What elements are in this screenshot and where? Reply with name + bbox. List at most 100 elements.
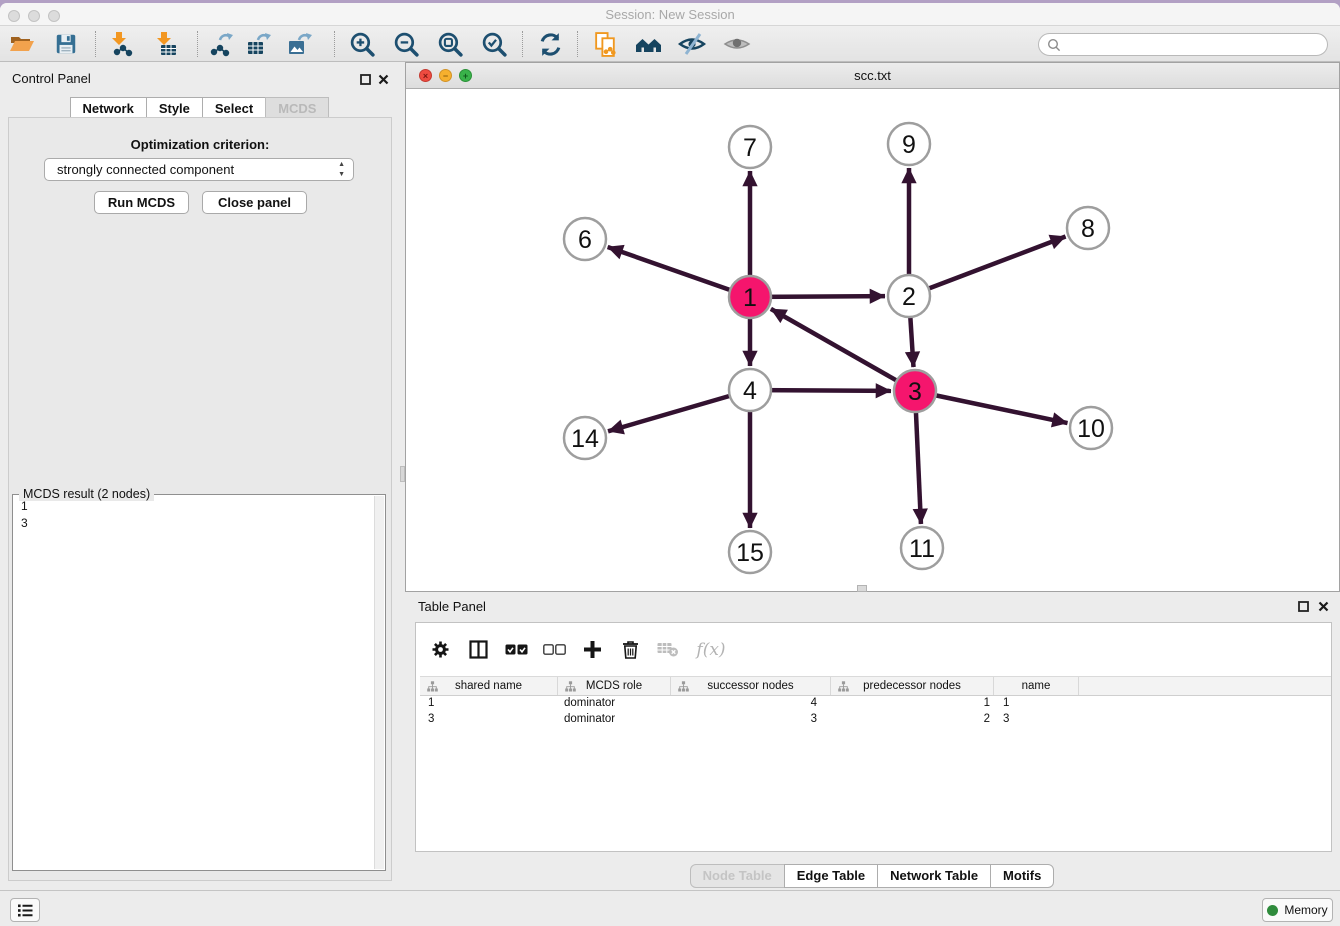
table-panel-close-icon[interactable] [1318, 601, 1330, 613]
table-settings-gear-icon[interactable] [428, 638, 452, 662]
node-6[interactable]: 6 [564, 218, 606, 260]
save-session-icon[interactable] [49, 29, 83, 59]
tab-network-table[interactable]: Network Table [877, 864, 991, 888]
tab-node-table[interactable]: Node Table [690, 864, 785, 888]
node-4[interactable]: 4 [729, 369, 771, 411]
cell[interactable]: 3 [671, 713, 831, 729]
edge-2-8[interactable] [909, 237, 1066, 296]
control-panel-close-icon[interactable] [378, 74, 390, 86]
svg-text:7: 7 [743, 134, 757, 162]
node-11[interactable]: 11 [901, 527, 943, 569]
zoom-in-icon[interactable] [345, 29, 379, 59]
svg-text:9: 9 [902, 131, 916, 159]
delete-column-icon[interactable] [618, 638, 642, 662]
close-panel-button[interactable]: Close panel [202, 191, 307, 214]
dropdown-stepper-icon: ▲▼ [338, 160, 345, 180]
cell[interactable]: dominator [558, 713, 671, 729]
table-row[interactable]: 1dominator411 [420, 697, 1331, 713]
network-graph[interactable]: 7 9 6 8 1 2 4 3 14 10 15 11 [406, 89, 1339, 591]
memory-status-icon [1267, 905, 1278, 916]
add-column-icon[interactable] [580, 638, 604, 662]
table-toolbar: f(x) [416, 623, 1331, 676]
mcds-result-scrollbar[interactable] [374, 496, 384, 869]
zoom-fit-icon[interactable] [433, 29, 467, 59]
criterion-dropdown[interactable]: strongly connected component ▲▼ [44, 158, 354, 181]
svg-text:10: 10 [1077, 415, 1105, 443]
node-14[interactable]: 14 [564, 417, 606, 459]
list-icon [17, 903, 34, 918]
column-header-predecessor-nodes[interactable]: predecessor nodes [831, 677, 994, 695]
run-mcds-button[interactable]: Run MCDS [94, 191, 189, 214]
table-panel-float-icon[interactable] [1298, 601, 1310, 613]
node-8[interactable]: 8 [1067, 207, 1109, 249]
node-10[interactable]: 10 [1070, 407, 1112, 449]
memory-button[interactable]: Memory [1262, 898, 1333, 922]
zoom-selected-icon[interactable] [477, 29, 511, 59]
cell[interactable]: 1 [420, 697, 558, 713]
mcds-result-list[interactable]: 13 [15, 498, 373, 868]
control-panel-float-icon[interactable] [360, 74, 372, 86]
import-table-icon[interactable] [149, 29, 183, 59]
svg-text:1: 1 [743, 284, 757, 312]
table-panel-title: Table Panel [418, 599, 486, 614]
cell[interactable]: 3 [994, 713, 1079, 729]
select-all-icon[interactable] [504, 638, 528, 662]
search-input[interactable] [1038, 33, 1328, 56]
import-network-icon[interactable] [104, 29, 138, 59]
criterion-value: strongly connected component [57, 162, 234, 177]
cell[interactable]: 4 [671, 697, 831, 713]
svg-text:2: 2 [902, 283, 916, 311]
cell[interactable]: 1 [994, 697, 1079, 713]
network-window-titlebar: × − + scc.txt [406, 63, 1339, 89]
function-builder-icon[interactable]: f(x) [694, 638, 728, 662]
column-header-name[interactable]: name [994, 677, 1079, 695]
export-image-icon[interactable] [282, 29, 316, 59]
result-line: 1 [21, 498, 373, 515]
application-window: Session: New Session [0, 0, 1340, 926]
hide-selected-icon[interactable] [675, 29, 709, 59]
cell[interactable]: 2 [831, 713, 994, 729]
toolbar-divider [95, 31, 96, 57]
main-titlebar: Session: New Session [0, 3, 1340, 26]
remove-table-icon[interactable] [656, 638, 680, 662]
open-session-icon[interactable] [5, 29, 39, 59]
node-2[interactable]: 2 [888, 275, 930, 317]
clone-network-icon[interactable] [588, 29, 622, 59]
show-all-icon[interactable] [720, 29, 754, 59]
cell[interactable]: 3 [420, 713, 558, 729]
network-view-window: × − + scc.txt 7 9 6 8 1 2 4 3 14 10 15 11 [405, 62, 1340, 592]
edge-1-6[interactable] [608, 247, 750, 297]
export-table-icon[interactable] [241, 29, 275, 59]
toolbar-divider [577, 31, 578, 57]
svg-text:11: 11 [909, 535, 935, 563]
table-panel-tabs: Node TableEdge TableNetwork TableMotifs [405, 864, 1340, 888]
table-header-row: shared nameMCDS rolesuccessor nodesprede… [420, 676, 1331, 696]
network-canvas[interactable]: 7 9 6 8 1 2 4 3 14 10 15 11 [406, 89, 1339, 591]
node-1[interactable]: 1 [729, 276, 771, 318]
table-row[interactable]: 3dominator323 [420, 713, 1331, 729]
node-15[interactable]: 15 [729, 531, 771, 573]
svg-text:6: 6 [578, 226, 592, 254]
network-splitter-handle[interactable] [857, 585, 867, 592]
cell[interactable]: 1 [831, 697, 994, 713]
refresh-view-icon[interactable] [533, 29, 567, 59]
window-title: Session: New Session [0, 7, 1340, 22]
deselect-all-icon[interactable] [542, 638, 566, 662]
tab-motifs[interactable]: Motifs [990, 864, 1054, 888]
tab-edge-table[interactable]: Edge Table [784, 864, 878, 888]
task-history-button[interactable] [10, 898, 40, 922]
edge-3-1[interactable] [771, 309, 915, 391]
cell[interactable]: dominator [558, 697, 671, 713]
node-7[interactable]: 7 [729, 126, 771, 168]
column-header-successor-nodes[interactable]: successor nodes [671, 677, 831, 695]
edge-3-10[interactable] [915, 391, 1068, 423]
column-header-MCDS-role[interactable]: MCDS role [558, 677, 671, 695]
export-network-icon[interactable] [204, 29, 238, 59]
column-header-shared-name[interactable]: shared name [420, 677, 558, 695]
svg-text:14: 14 [571, 425, 599, 453]
zoom-out-icon[interactable] [389, 29, 423, 59]
column-layout-icon[interactable] [466, 638, 490, 662]
home-view-icon[interactable] [632, 29, 666, 59]
node-9[interactable]: 9 [888, 123, 930, 165]
node-3[interactable]: 3 [894, 370, 936, 412]
